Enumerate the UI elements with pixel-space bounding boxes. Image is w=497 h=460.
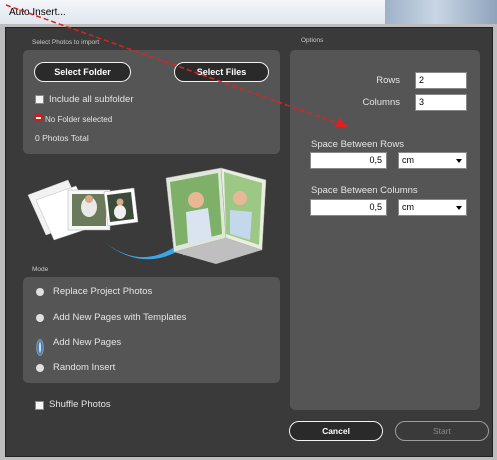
space-cols-label: Space Between Columns (311, 185, 418, 196)
mode-option-templates: Add New Pages with Templates (53, 312, 187, 323)
mode-section-label: Mode (32, 266, 49, 273)
title-bar-glass (385, 0, 497, 24)
space-cols-input[interactable]: 0,5 (310, 199, 387, 216)
mode-radio-replace[interactable] (36, 288, 44, 296)
include-subfolder-checkbox[interactable] (35, 95, 44, 104)
mode-option-replace: Replace Project Photos (53, 286, 153, 297)
no-folder-label: No Folder selected (45, 115, 113, 124)
rows-input[interactable]: 2 (415, 72, 467, 89)
photobook-illustration (27, 167, 267, 264)
mode-option-add-pages: Add New Pages (53, 337, 122, 348)
space-rows-input[interactable]: 0,5 (310, 152, 387, 169)
auto-insert-dialog: Select Photos to import Select Folder Se… (5, 27, 493, 457)
mode-radio-random[interactable] (36, 364, 44, 372)
space-cols-unit-select[interactable]: cm (398, 199, 467, 216)
import-panel: Select Folder Select Files Include all s… (23, 50, 280, 154)
chevron-down-icon (456, 159, 462, 163)
select-files-button[interactable]: Select Files (174, 62, 269, 82)
mode-radio-templates[interactable] (36, 314, 44, 322)
photos-total-label: 0 Photos Total (35, 133, 89, 143)
options-section-label: Options (301, 37, 324, 44)
start-button[interactable]: Start (395, 421, 489, 441)
mode-option-random: Random Insert (53, 362, 116, 373)
rows-label: Rows (376, 75, 400, 86)
mode-panel: Replace Project Photos Add New Pages wit… (23, 277, 280, 383)
space-cols-unit-value: cm (402, 202, 414, 212)
window-title: Auto Insert... (9, 7, 66, 18)
no-folder-icon (34, 113, 43, 122)
photobook-image (165, 167, 267, 264)
space-rows-unit-value: cm (402, 155, 414, 165)
import-section-label: Select Photos to import (32, 39, 100, 46)
title-bar: Auto Insert... (0, 0, 497, 25)
columns-label: Columns (362, 97, 401, 108)
space-rows-label: Space Between Rows (311, 139, 404, 150)
mode-radio-add-pages[interactable] (36, 339, 44, 356)
columns-input[interactable]: 3 (415, 94, 467, 111)
shuffle-label: Shuffle Photos (49, 399, 111, 410)
shuffle-checkbox[interactable] (35, 401, 44, 410)
cancel-button[interactable]: Cancel (289, 421, 383, 441)
photo-stack-image (27, 179, 139, 241)
select-folder-button[interactable]: Select Folder (34, 62, 131, 82)
options-panel: Rows 2 Columns 3 Space Between Rows 0,5 … (290, 50, 480, 410)
space-rows-unit-select[interactable]: cm (398, 152, 467, 169)
include-subfolder-label: Include all subfolder (49, 94, 134, 105)
chevron-down-icon (456, 206, 462, 210)
